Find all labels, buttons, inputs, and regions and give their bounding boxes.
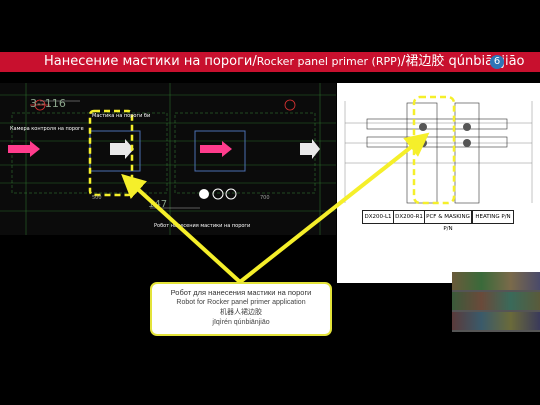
cad-dim-a: 3--116 <box>30 97 66 110</box>
robot-callout-box: Робот для нанесения мастики на пороги Ro… <box>150 282 332 336</box>
cad-layout-drawing: 3--116 147 500 700 Камера контроля на по… <box>0 83 336 235</box>
callout-text-pinyin: jīqìrén qúnbiānjiāo <box>212 319 270 326</box>
title-ru: Нанесение мастики на пороги/ <box>44 54 257 69</box>
callout-text-cn: 机器人裙边胶 <box>220 309 262 316</box>
callout-text-ru: Робот для нанесения мастики на пороги <box>170 288 312 297</box>
cad-label-robot-bottom: Робот нанесения мастики на пороги <box>154 223 250 229</box>
schematic-svg <box>344 95 533 205</box>
station-label-dx200-r1: DX200-R1 <box>393 210 425 224</box>
station-schematic <box>337 83 540 283</box>
station-label-heating: HEATING P/N <box>472 210 514 224</box>
cad-dim-d: 700 <box>260 195 270 201</box>
slide-title: Нанесение мастики на пороги/Rocker panel… <box>44 52 525 72</box>
cad-drawing-svg: 3--116 147 500 700 Камера контроля на по… <box>0 83 336 235</box>
station-label-dx200-l1: DX200-L1 <box>362 210 394 224</box>
cad-label-robot-mastic: Мастика на пороги би <box>92 113 150 119</box>
slide: Нанесение мастики на пороги/Rocker panel… <box>0 0 540 405</box>
cad-label-camera: Камера контроля на пороге <box>10 126 84 132</box>
photo-row-1 <box>452 272 540 290</box>
equipment-photo-strip <box>452 272 540 332</box>
photo-row-3 <box>452 312 540 330</box>
page-number-badge: 6 <box>490 55 504 69</box>
cad-dim-b: 147 <box>148 199 167 210</box>
photo-row-2 <box>452 292 540 310</box>
cad-dim-c: 500 <box>92 195 102 201</box>
station-label-pcf-masking: PCF & MASKING P/N <box>424 210 472 232</box>
callout-text-en: Robot for Rocker panel primer applicatio… <box>176 299 306 306</box>
title-en: Rocker panel primer (RPP) <box>256 55 402 68</box>
title-cn: /裙边胶 qúnbiānjiāo <box>401 54 525 69</box>
